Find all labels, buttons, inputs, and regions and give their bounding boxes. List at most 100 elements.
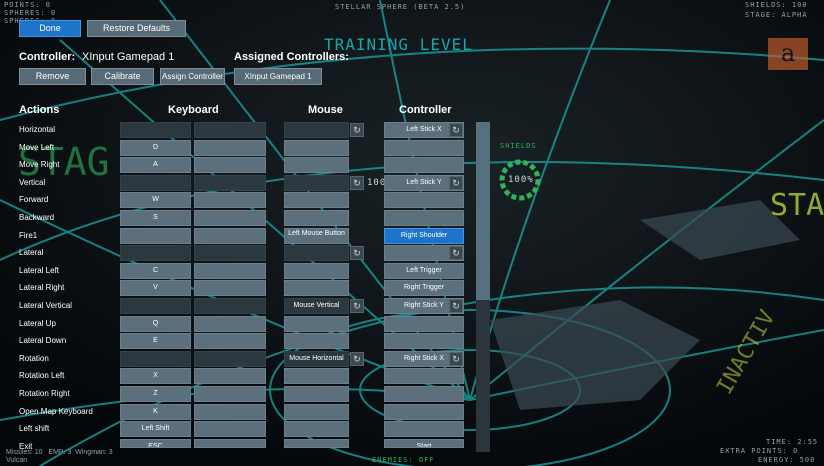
keyboard-binding-secondary[interactable] — [194, 157, 266, 173]
controller-binding[interactable]: Left Trigger — [384, 263, 464, 279]
controller-binding[interactable] — [384, 140, 464, 156]
controller-label: Controller: — [19, 51, 76, 63]
mouse-binding[interactable] — [284, 333, 349, 349]
keyboard-binding-primary[interactable] — [120, 228, 191, 244]
keyboard-binding-primary[interactable]: W — [120, 192, 191, 208]
controller-binding[interactable]: Right Trigger — [384, 280, 464, 296]
keyboard-binding-primary[interactable]: E — [120, 333, 191, 349]
keyboard-binding-secondary[interactable] — [194, 351, 266, 367]
restore-defaults-button[interactable]: Restore Defaults — [87, 20, 186, 37]
keyboard-binding-secondary[interactable] — [194, 368, 266, 384]
controller-binding[interactable] — [384, 192, 464, 208]
controller-binding[interactable] — [384, 210, 464, 226]
mouse-invert-refresh-icon[interactable]: ↻ — [350, 123, 364, 137]
mouse-invert-refresh-icon[interactable]: ↻ — [350, 246, 364, 260]
mouse-invert-refresh-icon[interactable]: ↻ — [350, 176, 364, 190]
assigned-controller-item[interactable]: XInput Gamepad 1 — [234, 68, 322, 85]
assign-controller-button[interactable]: Assign Controller — [160, 68, 225, 85]
controller-binding[interactable]: Right Shoulder — [384, 228, 464, 244]
mouse-binding[interactable] — [284, 157, 349, 173]
mouse-binding[interactable] — [284, 316, 349, 332]
mouse-binding[interactable] — [284, 140, 349, 156]
keyboard-binding-primary[interactable] — [120, 351, 191, 367]
keyboard-binding-primary[interactable]: Z — [120, 386, 191, 402]
mouse-binding[interactable] — [284, 245, 349, 261]
keyboard-binding-primary[interactable] — [120, 245, 191, 261]
hud-title: STELLAR SPHERE (BETA 2.5) — [335, 3, 466, 11]
keyboard-binding-primary[interactable]: K — [120, 404, 191, 420]
mouse-binding[interactable]: Left Mouse Button — [284, 228, 349, 244]
keyboard-binding-primary[interactable] — [120, 175, 191, 191]
action-label: Rotation — [19, 354, 49, 363]
keyboard-binding-secondary[interactable] — [194, 122, 266, 138]
keyboard-binding-primary[interactable]: A — [120, 157, 191, 173]
keyboard-binding-primary[interactable]: S — [120, 210, 191, 226]
action-label: Lateral Right — [19, 283, 65, 292]
keyboard-binding-primary[interactable]: Left Shift — [120, 421, 191, 437]
mouse-binding[interactable] — [284, 210, 349, 226]
controller-binding[interactable] — [384, 386, 464, 402]
keyboard-binding-secondary[interactable] — [194, 210, 266, 226]
keyboard-binding-primary[interactable]: V — [120, 280, 191, 296]
mouse-binding[interactable] — [284, 122, 349, 138]
controller-binding[interactable] — [384, 368, 464, 384]
shields-label: SHIELDS — [500, 142, 537, 150]
keyboard-binding-secondary[interactable] — [194, 298, 266, 314]
keyboard-binding-secondary[interactable] — [194, 245, 266, 261]
gauge-right: 100% — [508, 175, 534, 185]
keyboard-binding-primary[interactable] — [120, 122, 191, 138]
keyboard-binding-secondary[interactable] — [194, 280, 266, 296]
controller-invert-refresh-icon[interactable]: ↻ — [449, 246, 463, 260]
mouse-binding[interactable] — [284, 386, 349, 402]
keyboard-binding-primary[interactable]: C — [120, 263, 191, 279]
keyboard-binding-secondary[interactable] — [194, 316, 266, 332]
mouse-binding[interactable] — [284, 280, 349, 296]
calibrate-button[interactable]: Calibrate — [91, 68, 154, 85]
mouse-binding[interactable]: Mouse Vertical — [284, 298, 349, 314]
controller-binding[interactable] — [384, 157, 464, 173]
mouse-binding[interactable] — [284, 368, 349, 384]
controller-binding[interactable]: Start — [384, 439, 464, 448]
done-button[interactable]: Done — [19, 20, 81, 37]
controller-binding[interactable] — [384, 316, 464, 332]
mouse-invert-refresh-icon[interactable]: ↻ — [350, 352, 364, 366]
mouse-binding[interactable] — [284, 192, 349, 208]
controller-binding[interactable] — [384, 404, 464, 420]
mouse-binding[interactable] — [284, 263, 349, 279]
enemies-status: ENEMIES: OFF — [372, 456, 435, 464]
keyboard-binding-secondary[interactable] — [194, 439, 266, 448]
keyboard-binding-primary[interactable]: Q — [120, 316, 191, 332]
controller-invert-refresh-icon[interactable]: ↻ — [449, 299, 463, 313]
keyboard-binding-secondary[interactable] — [194, 192, 266, 208]
keyboard-binding-secondary[interactable] — [194, 421, 266, 437]
mouse-header: Mouse — [308, 104, 343, 116]
mouse-invert-refresh-icon[interactable]: ↻ — [350, 299, 364, 313]
mouse-binding[interactable] — [284, 404, 349, 420]
keyboard-binding-primary[interactable]: X — [120, 368, 191, 384]
keyboard-binding-primary[interactable]: ESC — [120, 439, 191, 448]
mouse-binding[interactable] — [284, 439, 349, 448]
hud-energy: ENERGY: 500 — [758, 456, 816, 464]
controller-binding[interactable] — [384, 333, 464, 349]
remove-button[interactable]: Remove — [19, 68, 86, 85]
controller-invert-refresh-icon[interactable]: ↻ — [449, 176, 463, 190]
keyboard-binding-secondary[interactable] — [194, 333, 266, 349]
action-label: Lateral Down — [19, 336, 67, 345]
mouse-binding[interactable] — [284, 421, 349, 437]
action-label: Backward — [19, 213, 55, 222]
mouse-binding[interactable]: Mouse Horizontal — [284, 351, 349, 367]
mouse-binding[interactable] — [284, 175, 349, 191]
keyboard-binding-primary[interactable]: D — [120, 140, 191, 156]
controller-invert-refresh-icon[interactable]: ↻ — [449, 123, 463, 137]
keyboard-binding-secondary[interactable] — [194, 175, 266, 191]
controller-invert-refresh-icon[interactable]: ↻ — [449, 352, 463, 366]
keyboard-binding-secondary[interactable] — [194, 140, 266, 156]
scrollbar-thumb[interactable] — [476, 122, 490, 300]
keyboard-binding-primary[interactable] — [120, 298, 191, 314]
controller-binding[interactable] — [384, 421, 464, 437]
keyboard-binding-secondary[interactable] — [194, 386, 266, 402]
keyboard-binding-secondary[interactable] — [194, 404, 266, 420]
keyboard-binding-secondary[interactable] — [194, 228, 266, 244]
keyboard-binding-secondary[interactable] — [194, 263, 266, 279]
hud-shields: SHIELDS: 100 — [745, 1, 808, 9]
